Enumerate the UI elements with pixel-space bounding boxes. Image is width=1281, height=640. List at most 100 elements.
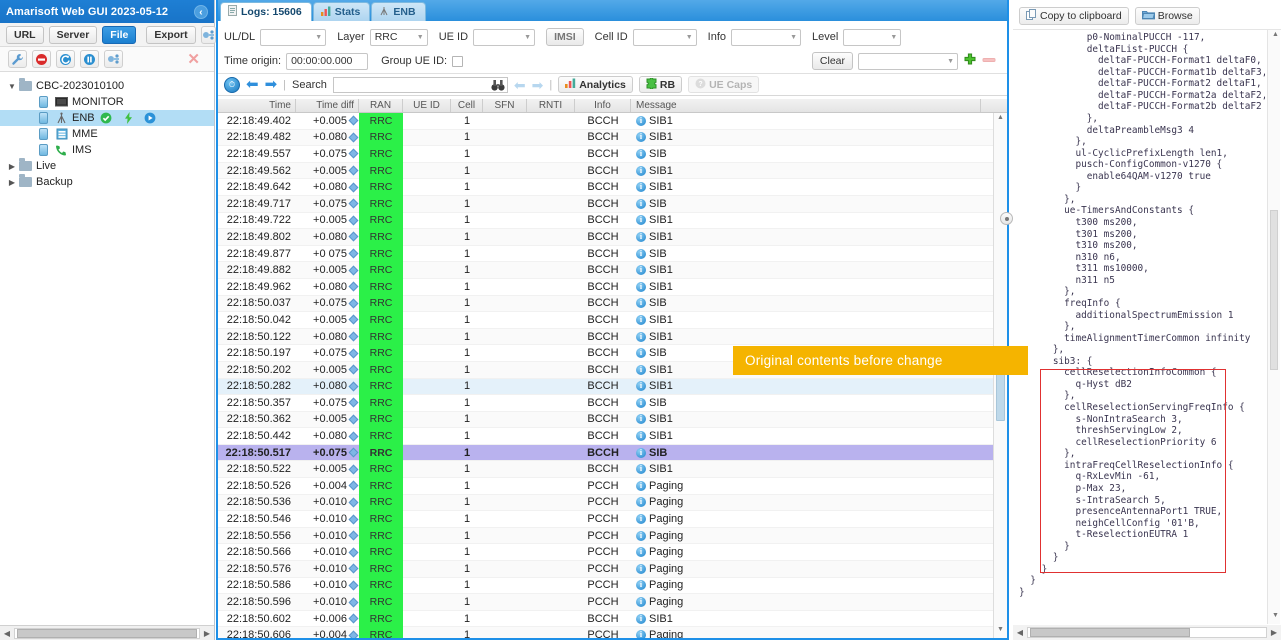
config-tree[interactable]: ▼ CBC-2023010100 MONITOR ENB MME IMS ▶ Live ▶ Bac… bbox=[0, 72, 214, 625]
table-row[interactable]: 22:18:50.596 +0.010 RRC 1 PCCH i Paging bbox=[218, 593, 1007, 611]
table-row[interactable]: 22:18:50.282 +0.080 RRC 1 BCCH i SIB1 bbox=[218, 378, 1007, 396]
analytics-button[interactable]: Analytics bbox=[558, 76, 633, 93]
table-row[interactable]: 22:18:49.962 +0.080 RRC 1 BCCH i SIB1 bbox=[218, 278, 1007, 296]
table-row[interactable]: 22:18:49.557 +0.075 RRC 1 BCCH i SIB bbox=[218, 145, 1007, 163]
log-table-body[interactable]: 22:18:49.402 +0.005 RRC 1 BCCH i SIB1 22:18:49.… bbox=[218, 112, 1007, 638]
search-input[interactable] bbox=[332, 76, 508, 93]
column-header-sfn[interactable]: SFN bbox=[483, 99, 527, 112]
ue-caps-button[interactable]: ? UE Caps bbox=[688, 76, 760, 93]
export-button[interactable]: Export bbox=[146, 25, 196, 44]
search-next-icon[interactable]: ➡ bbox=[532, 78, 544, 92]
server-button[interactable]: Server bbox=[48, 25, 98, 44]
column-header-time-diff[interactable]: Time diff bbox=[296, 99, 359, 112]
left-horizontal-scrollbar[interactable]: ◀ ▶ bbox=[0, 625, 214, 640]
column-header-cell[interactable]: Cell bbox=[451, 99, 483, 112]
rb-button[interactable]: RB bbox=[638, 76, 683, 93]
table-row[interactable]: 22:18:49.562 +0.005 RRC 1 BCCH i SIB1 bbox=[218, 162, 1007, 180]
table-row[interactable]: 22:18:49.802 +0.080 RRC 1 BCCH i SIB1 bbox=[218, 228, 1007, 246]
plug-icon[interactable] bbox=[200, 25, 216, 44]
nav-back-icon[interactable]: ⬅ bbox=[246, 77, 259, 92]
table-row[interactable]: 22:18:50.442 +0.080 RRC 1 BCCH i SIB1 bbox=[218, 427, 1007, 445]
level-select[interactable]: ▼ bbox=[843, 28, 902, 46]
table-row[interactable]: 22:18:50.602 +0.006 RRC 1 BCCH i SIB1 bbox=[218, 610, 1007, 628]
scroll-thumb[interactable] bbox=[17, 628, 197, 638]
search-prev-icon[interactable]: ⬅ bbox=[514, 78, 526, 92]
message-vertical-scrollbar[interactable]: ▲ ▼ bbox=[1267, 30, 1280, 624]
tree-expand-icon[interactable]: ▶ bbox=[6, 162, 18, 171]
scroll-left-icon[interactable]: ◀ bbox=[0, 629, 14, 638]
column-header-time[interactable]: Time bbox=[218, 99, 296, 112]
group-ueid-checkbox[interactable] bbox=[452, 55, 464, 67]
clear-button[interactable]: Clear bbox=[811, 52, 853, 70]
refresh-icon[interactable] bbox=[56, 50, 75, 68]
browse-button[interactable]: Browse bbox=[1134, 6, 1200, 25]
lightning-icon[interactable] bbox=[121, 112, 136, 125]
message-horizontal-scrollbar[interactable]: ◀ ▶ bbox=[1013, 625, 1281, 640]
tab-enb[interactable]: ENB bbox=[371, 2, 426, 21]
tree-item-monitor[interactable]: MONITOR bbox=[0, 94, 214, 110]
column-header-ue-id[interactable]: UE ID bbox=[403, 99, 451, 112]
table-row[interactable]: 22:18:50.037 +0.075 RRC 1 BCCH i SIB bbox=[218, 295, 1007, 313]
connector-icon[interactable] bbox=[104, 50, 123, 68]
table-row[interactable]: 22:18:50.042 +0.005 RRC 1 BCCH i SIB1 bbox=[218, 311, 1007, 329]
collapse-sidebar-icon[interactable]: ‹ bbox=[194, 4, 208, 19]
table-row[interactable]: 22:18:49.717 +0.075 RRC 1 BCCH i SIB bbox=[218, 195, 1007, 213]
table-row[interactable]: 22:18:50.522 +0.005 RRC 1 BCCH i SIB1 bbox=[218, 460, 1007, 479]
plus-icon[interactable] bbox=[963, 53, 977, 70]
imsi-button[interactable]: IMSI bbox=[546, 28, 584, 46]
layer-select[interactable]: RRC ▼ bbox=[369, 28, 428, 46]
tree-item-ims[interactable]: IMS bbox=[0, 142, 214, 158]
table-row[interactable]: 22:18:49.882 +0.005 RRC 1 BCCH i SIB1 bbox=[218, 261, 1007, 279]
stop-icon[interactable] bbox=[32, 50, 51, 68]
table-row[interactable]: 22:18:49.402 +0.005 RRC 1 BCCH i SIB1 bbox=[218, 112, 1007, 130]
pause-icon[interactable] bbox=[80, 50, 99, 68]
preset-select[interactable]: ▼ bbox=[858, 52, 958, 70]
scroll-up-icon[interactable]: ▲ bbox=[1270, 31, 1281, 42]
uldl-select[interactable]: ▼ bbox=[260, 28, 327, 46]
clock-icon[interactable]: ⏱ bbox=[224, 76, 240, 93]
scroll-down-icon[interactable]: ▼ bbox=[995, 626, 1006, 637]
tree-collapse-icon[interactable]: ▼ bbox=[6, 82, 18, 91]
tree-item-backup[interactable]: ▶ Backup bbox=[0, 174, 214, 190]
scroll-up-icon[interactable]: ▲ bbox=[995, 114, 1006, 125]
table-row[interactable]: 22:18:50.536 +0.010 RRC 1 PCCH i Paging bbox=[218, 494, 1007, 512]
table-row[interactable]: 22:18:49.642 +0.080 RRC 1 BCCH i SIB1 bbox=[218, 178, 1007, 196]
play-icon[interactable] bbox=[143, 112, 158, 125]
time-origin-input[interactable]: 00:00:00.000 bbox=[286, 52, 369, 70]
log-table-vertical-scrollbar[interactable]: ▲ ▼ bbox=[993, 113, 1007, 638]
minus-icon[interactable] bbox=[982, 55, 1001, 67]
url-button[interactable]: URL bbox=[6, 25, 44, 44]
table-row[interactable]: 22:18:50.606 +0.004 RRC 1 PCCH i Paging bbox=[218, 626, 1007, 638]
table-row[interactable]: 22:18:49.482 +0.080 RRC 1 BCCH i SIB1 bbox=[218, 129, 1007, 147]
scroll-left-icon[interactable]: ◀ bbox=[1013, 628, 1027, 637]
table-row[interactable]: 22:18:50.576 +0.010 RRC 1 PCCH i Paging bbox=[218, 560, 1007, 578]
tree-expand-icon[interactable]: ▶ bbox=[6, 178, 18, 187]
check-ok-icon[interactable] bbox=[99, 112, 114, 125]
table-row[interactable]: 22:18:49.877 +0 075 RRC 1 BCCH i SIB bbox=[218, 245, 1007, 263]
tree-item-enb[interactable]: ENB bbox=[0, 110, 214, 126]
copy-to-clipboard-button[interactable]: Copy to clipboard bbox=[1019, 6, 1129, 25]
scroll-thumb[interactable] bbox=[996, 373, 1005, 421]
column-header-message[interactable]: Message bbox=[631, 99, 981, 112]
table-row[interactable]: 22:18:49.722 +0.005 RRC 1 BCCH i SIB1 bbox=[218, 212, 1007, 230]
file-button[interactable]: File bbox=[102, 25, 137, 44]
table-row[interactable]: 22:18:50.586 +0.010 RRC 1 PCCH i Paging bbox=[218, 577, 1007, 595]
table-row[interactable]: 22:18:50.122 +0.080 RRC 1 BCCH i SIB1 bbox=[218, 328, 1007, 346]
table-row[interactable]: 22:18:50.357 +0.075 RRC 1 BCCH i SIB bbox=[218, 394, 1007, 412]
tab-logs[interactable]: Logs: 15606 bbox=[220, 2, 312, 21]
table-row[interactable]: 22:18:50.517 +0.075 RRC 1 BCCH i SIB bbox=[218, 444, 1007, 462]
panel-resize-handle[interactable] bbox=[1000, 212, 1013, 225]
nav-forward-icon[interactable]: ➡ bbox=[265, 77, 278, 92]
table-row[interactable]: 22:18:50.556 +0.010 RRC 1 PCCH i Paging bbox=[218, 527, 1007, 545]
scroll-thumb[interactable] bbox=[1030, 628, 1190, 637]
table-row[interactable]: 22:18:50.526 +0.004 RRC 1 PCCH i Paging bbox=[218, 477, 1007, 495]
tree-item-mme[interactable]: MME bbox=[0, 126, 214, 142]
ueid-select[interactable]: ▼ bbox=[473, 28, 536, 46]
scroll-thumb[interactable] bbox=[1270, 210, 1278, 370]
table-row[interactable]: 22:18:50.362 +0.005 RRC 1 BCCH i SIB1 bbox=[218, 411, 1007, 429]
close-icon[interactable]: ✕ bbox=[187, 52, 206, 67]
scroll-track[interactable] bbox=[1027, 627, 1267, 638]
wrench-icon[interactable] bbox=[8, 50, 27, 68]
column-header-rnti[interactable]: RNTI bbox=[527, 99, 575, 112]
table-row[interactable]: 22:18:50.566 +0.010 RRC 1 PCCH i Paging bbox=[218, 543, 1007, 562]
